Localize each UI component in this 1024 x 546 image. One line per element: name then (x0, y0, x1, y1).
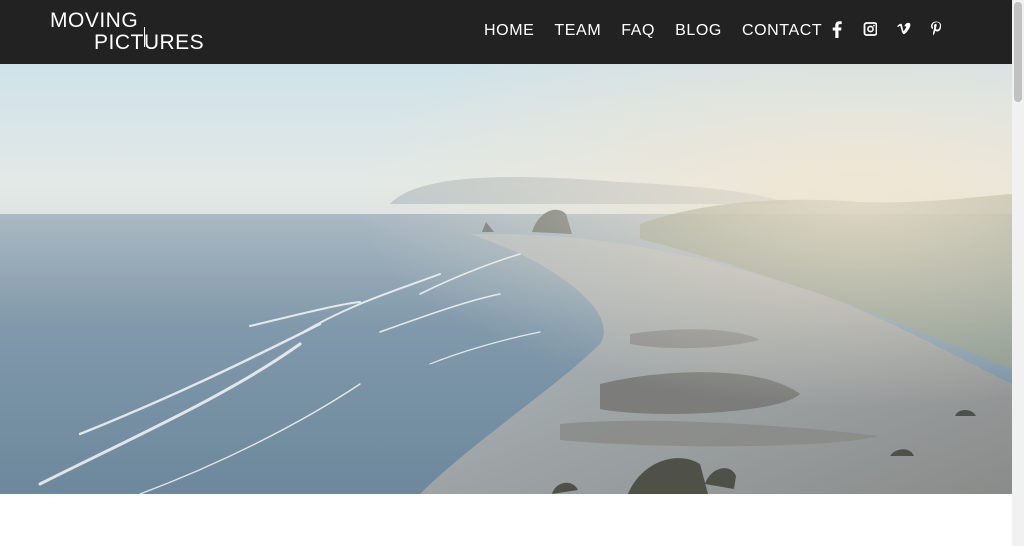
logo-line-2: PICTURES (94, 31, 205, 54)
coastline-illustration (0, 64, 1012, 494)
main-nav: HOME TEAM FAQ BLOG CONTACT (484, 21, 842, 41)
nav-blog[interactable]: BLOG (675, 22, 722, 40)
navbar: MOVING PICTURES HOME TEAM FAQ BLOG CONTA… (0, 0, 1012, 64)
nav-home[interactable]: HOME (484, 22, 534, 40)
scrollbar-thumb[interactable] (1014, 2, 1022, 102)
pinterest-icon[interactable] (929, 20, 943, 38)
page: MOVING PICTURES HOME TEAM FAQ BLOG CONTA… (0, 0, 1012, 546)
nav-contact[interactable]: CONTACT (742, 22, 822, 40)
logo-line-1: MOVING (50, 9, 139, 32)
facebook-icon[interactable] (830, 20, 844, 38)
scrollbar[interactable] (1012, 0, 1024, 546)
social-links (830, 20, 962, 38)
hero-image (0, 64, 1012, 494)
nav-team[interactable]: TEAM (554, 22, 601, 40)
instagram-icon[interactable] (863, 20, 878, 38)
nav-faq[interactable]: FAQ (621, 22, 655, 40)
vimeo-icon[interactable] (896, 20, 911, 38)
